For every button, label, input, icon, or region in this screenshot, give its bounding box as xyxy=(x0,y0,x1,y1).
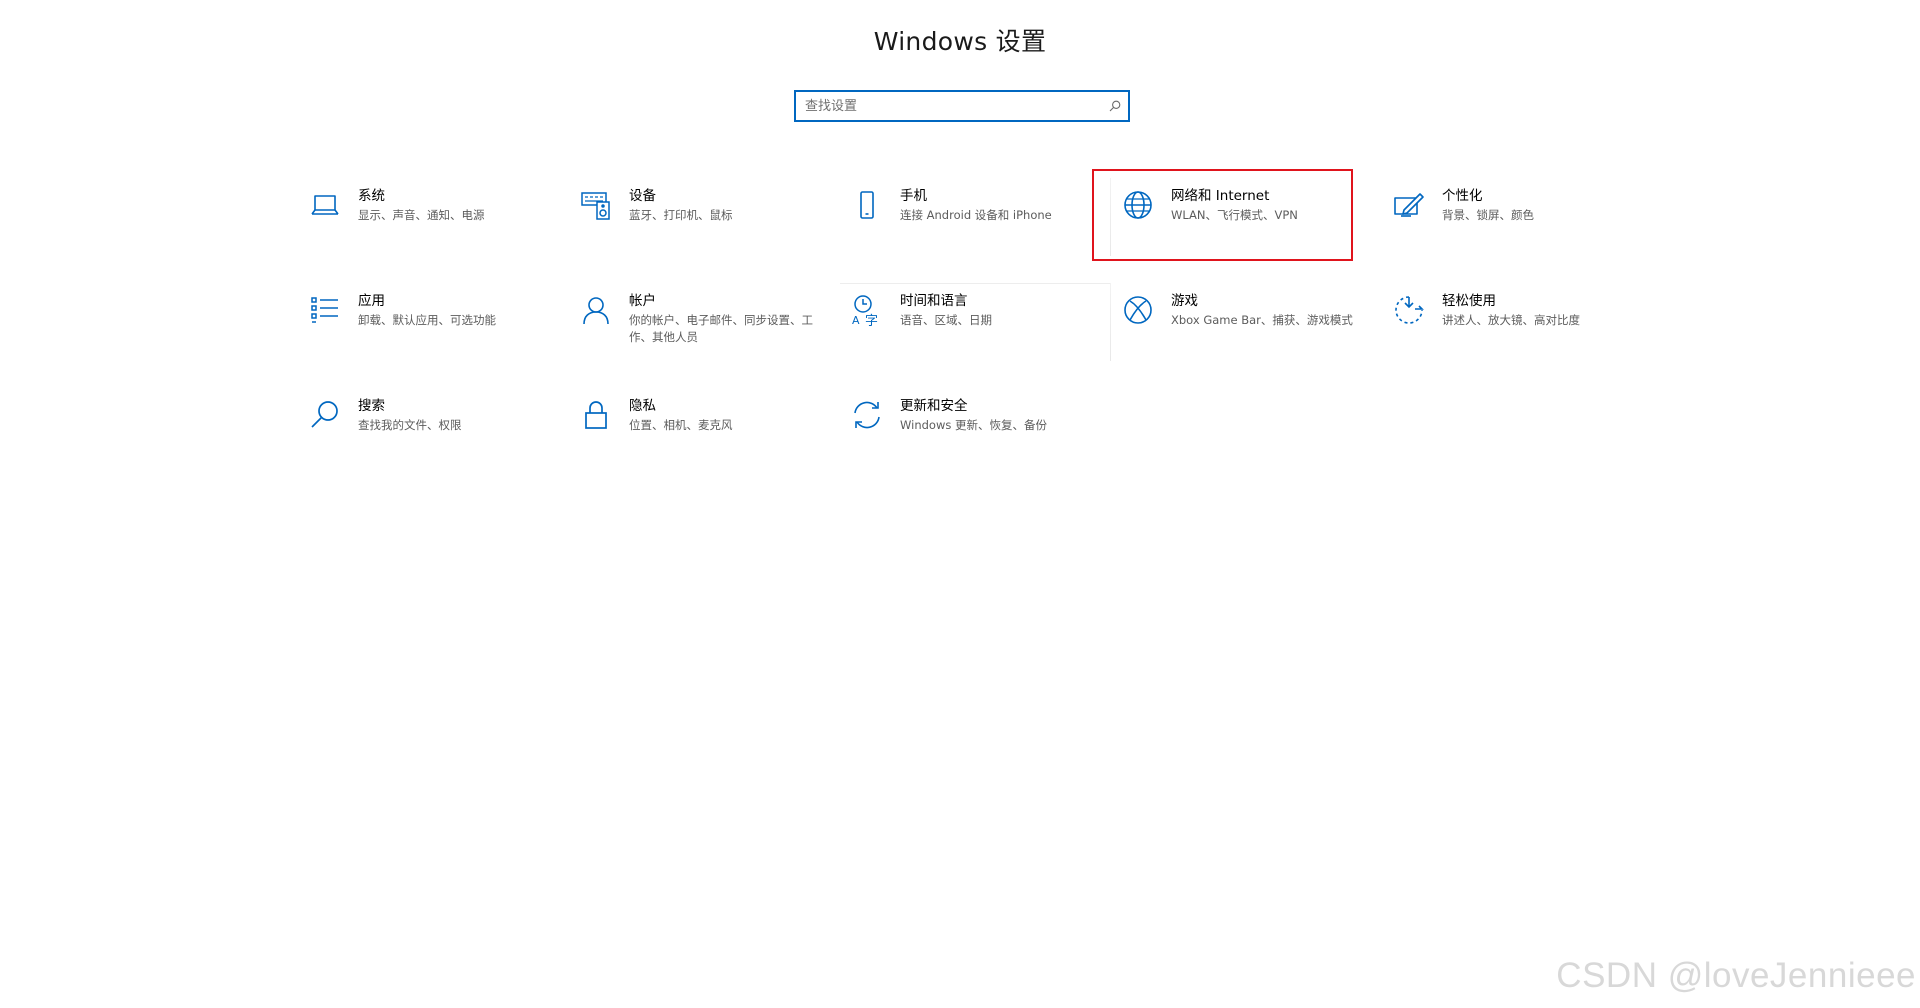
page-title: Windows 设置 xyxy=(873,27,1047,56)
tile-name: 搜索 xyxy=(358,398,385,414)
phone-icon xyxy=(850,188,884,222)
tile-apps[interactable]: 应用 卸载、默认应用、可选功能 xyxy=(298,283,569,388)
globe-icon xyxy=(1121,188,1155,222)
tile-gaming[interactable]: 游戏 Xbox Game Bar、捕获、游戏模式 xyxy=(1111,283,1382,388)
tile-personalization[interactable]: 个性化 背景、锁屏、颜色 xyxy=(1382,178,1653,283)
tile-system[interactable]: 系统 显示、声音、通知、电源 xyxy=(298,178,569,283)
lock-icon xyxy=(579,398,613,432)
svg-text:字: 字 xyxy=(865,314,878,326)
keyboard-speaker-icon xyxy=(579,188,613,222)
tile-name: 设备 xyxy=(629,188,656,204)
xbox-icon xyxy=(1121,293,1155,327)
tile-desc: 位置、相机、麦克风 xyxy=(629,418,733,432)
tile-desc: 背景、锁屏、颜色 xyxy=(1442,208,1534,222)
search-icon[interactable] xyxy=(1102,92,1128,120)
tile-name: 隐私 xyxy=(629,398,656,414)
time-language-icon: A 字 xyxy=(850,293,884,327)
tile-name: 时间和语言 xyxy=(900,293,968,309)
tile-name: 轻松使用 xyxy=(1442,293,1496,309)
tile-update-security[interactable]: 更新和安全 Windows 更新、恢复、备份 xyxy=(840,388,1111,493)
tile-search[interactable]: 搜索 查找我的文件、权限 xyxy=(298,388,569,493)
tile-name: 帐户 xyxy=(629,293,656,309)
tile-name: 网络和 Internet xyxy=(1171,188,1270,204)
tile-desc: 卸载、默认应用、可选功能 xyxy=(358,313,496,327)
tile-desc: 连接 Android 设备和 iPhone xyxy=(900,208,1052,222)
tile-name: 系统 xyxy=(358,188,385,204)
tile-network-internet[interactable]: 网络和 Internet WLAN、飞行模式、VPN xyxy=(1111,178,1382,283)
tile-desc: 蓝牙、打印机、鼠标 xyxy=(629,208,733,222)
tile-desc: Xbox Game Bar、捕获、游戏模式 xyxy=(1171,313,1353,327)
tile-name: 更新和安全 xyxy=(900,398,968,414)
paint-brush-icon xyxy=(1392,188,1426,222)
search-box[interactable] xyxy=(794,90,1130,122)
tile-name: 游戏 xyxy=(1171,293,1198,309)
tile-time-language[interactable]: A 字 时间和语言 语音、区域、日期 xyxy=(840,283,1111,388)
apps-list-icon xyxy=(308,293,342,327)
tile-name: 个性化 xyxy=(1442,188,1483,204)
sync-icon xyxy=(850,398,884,432)
tile-name: 手机 xyxy=(900,188,927,204)
watermark: CSDN @loveJennieee xyxy=(1556,956,1916,995)
ease-of-access-icon xyxy=(1392,293,1426,327)
tile-phone[interactable]: 手机 连接 Android 设备和 iPhone xyxy=(840,178,1111,283)
tile-desc: 显示、声音、通知、电源 xyxy=(358,208,485,222)
tile-accounts[interactable]: 帐户 你的帐户、电子邮件、同步设置、工作、其他人员 xyxy=(569,283,840,388)
search-input[interactable] xyxy=(796,92,1102,120)
tile-desc: 讲述人、放大镜、高对比度 xyxy=(1442,313,1580,327)
tile-desc: 查找我的文件、权限 xyxy=(358,418,462,432)
tile-devices[interactable]: 设备 蓝牙、打印机、鼠标 xyxy=(569,178,840,283)
settings-grid: 系统 显示、声音、通知、电源 设备 蓝牙、打印机、鼠标 手机 连接 Androi… xyxy=(298,178,1653,493)
tile-privacy[interactable]: 隐私 位置、相机、麦克风 xyxy=(569,388,840,493)
tile-desc: WLAN、飞行模式、VPN xyxy=(1171,208,1298,222)
tile-desc: Windows 更新、恢复、备份 xyxy=(900,418,1047,432)
tile-name: 应用 xyxy=(358,293,385,309)
svg-text:A: A xyxy=(852,314,860,326)
laptop-icon xyxy=(308,188,342,222)
settings-window: Windows 设置 系统 显示、声音、通知、电源 xyxy=(0,0,1920,1008)
search-icon xyxy=(308,398,342,432)
tile-desc: 语音、区域、日期 xyxy=(900,313,992,327)
tile-desc: 你的帐户、电子邮件、同步设置、工作、其他人员 xyxy=(629,313,813,344)
person-icon xyxy=(579,293,613,327)
tile-ease-of-access[interactable]: 轻松使用 讲述人、放大镜、高对比度 xyxy=(1382,283,1653,388)
